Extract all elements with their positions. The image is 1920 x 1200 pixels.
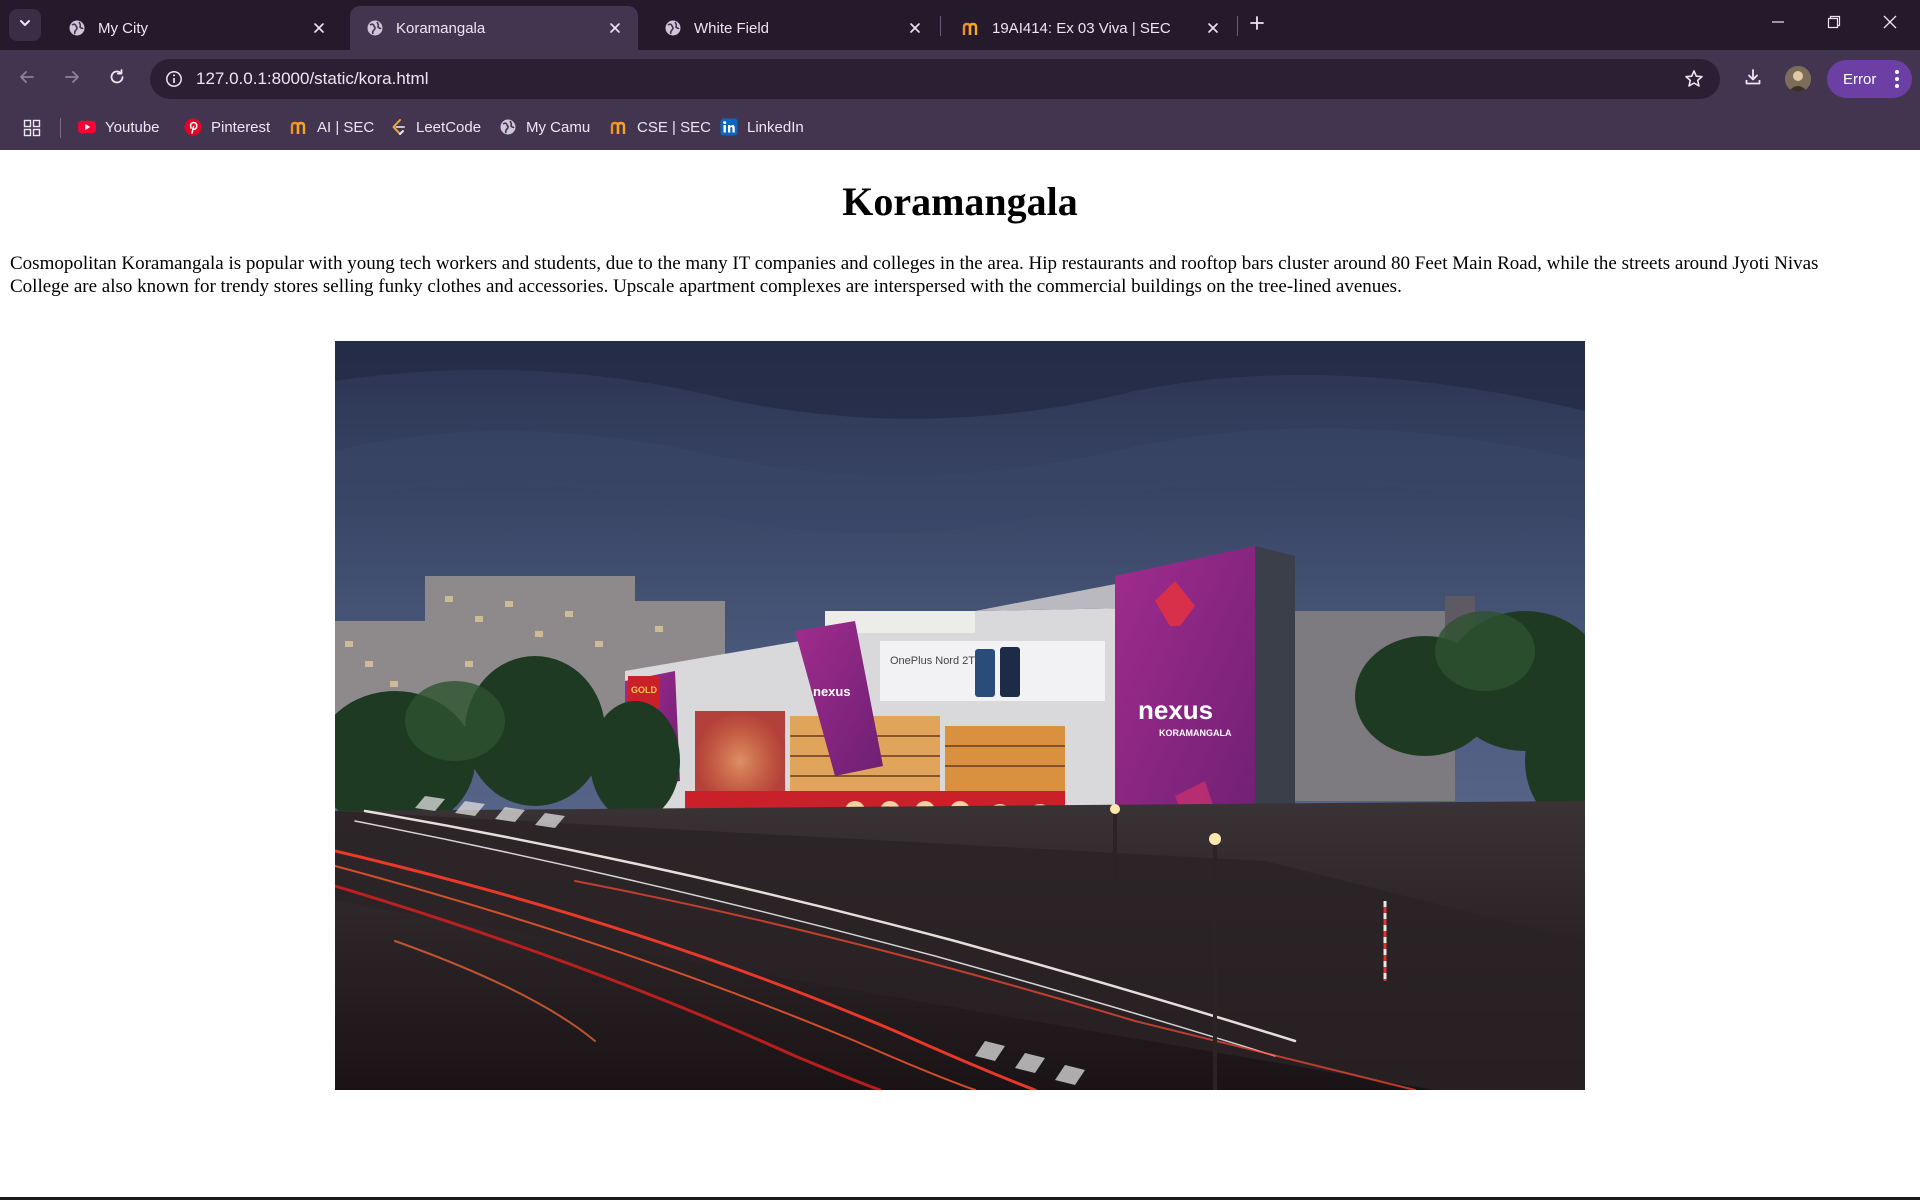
address-bar[interactable]: 127.0.0.1:8000/static/kora.html bbox=[150, 59, 1720, 99]
camu-logo-icon bbox=[610, 118, 628, 136]
tab-title: Koramangala bbox=[396, 19, 486, 37]
reload-icon bbox=[108, 68, 126, 91]
bookmark-label: LinkedIn bbox=[747, 118, 804, 136]
minimize-button[interactable] bbox=[1750, 0, 1806, 48]
bookmark-label: LeetCode bbox=[416, 118, 482, 136]
tab-viva-sec[interactable]: 19AI414: Ex 03 Viva | SEC bbox=[946, 6, 1236, 50]
billboard-text: OnePlus Nord 2T bbox=[890, 655, 975, 667]
page-heading: Koramangala bbox=[842, 179, 1078, 224]
globe-icon bbox=[68, 19, 86, 37]
bookmark-cse-sec[interactable]: CSE | SEC bbox=[610, 114, 711, 140]
bookmark-label: CSE | SEC bbox=[637, 118, 711, 136]
bookmark-label: AI | SEC bbox=[317, 118, 375, 136]
reload-button[interactable] bbox=[100, 62, 134, 96]
tab-separator bbox=[940, 16, 941, 36]
globe-icon bbox=[499, 118, 517, 136]
linkedin-icon bbox=[720, 118, 738, 136]
forward-button[interactable] bbox=[55, 62, 89, 96]
bookmark-label: Youtube bbox=[105, 118, 160, 136]
plus-icon bbox=[1249, 15, 1265, 36]
download-icon bbox=[1743, 67, 1763, 92]
pinterest-icon bbox=[184, 118, 202, 136]
bookmarks-separator bbox=[60, 118, 61, 138]
bookmark-label: Pinterest bbox=[211, 118, 271, 136]
tab-title: My City bbox=[98, 19, 148, 37]
tab-koramangala[interactable]: Koramangala bbox=[350, 6, 638, 50]
close-tab-icon[interactable] bbox=[604, 17, 626, 39]
globe-icon bbox=[664, 19, 682, 37]
close-tab-icon[interactable] bbox=[1202, 17, 1224, 39]
tab-white-field[interactable]: White Field bbox=[648, 6, 938, 50]
tab-title: White Field bbox=[694, 19, 770, 37]
page-paragraph: Cosmopolitan Koramangala is popular with… bbox=[10, 253, 1819, 297]
bookmark-ai-sec[interactable]: AI | SEC bbox=[290, 114, 374, 140]
bookmark-pinterest[interactable]: Pinterest bbox=[184, 114, 270, 140]
close-icon bbox=[1883, 15, 1897, 34]
koramangala-mall-photo: nexus OnePlus Nord 2T GOLD nexus KORAMAN… bbox=[335, 341, 1585, 1090]
restore-icon bbox=[1827, 15, 1841, 34]
arrow-right-icon bbox=[63, 68, 81, 91]
bookmarks-bar bbox=[0, 107, 1920, 150]
camu-logo-icon bbox=[962, 19, 980, 37]
profile-error-button[interactable]: Error bbox=[1827, 60, 1912, 98]
apps-grid-icon[interactable] bbox=[20, 116, 44, 140]
bookmark-my-camu[interactable]: My Camu bbox=[499, 114, 590, 140]
chevron-down-icon bbox=[18, 16, 32, 35]
error-label: Error bbox=[1843, 70, 1877, 88]
minimize-icon bbox=[1771, 15, 1785, 34]
url-text[interactable]: 127.0.0.1:8000/static/kora.html bbox=[196, 69, 428, 89]
camu-logo-icon bbox=[290, 118, 308, 136]
bookmark-leetcode[interactable]: LeetCode bbox=[389, 114, 481, 140]
bookmark-youtube[interactable]: Youtube bbox=[78, 114, 160, 140]
facade-brand-sub-text: KORAMANGALA bbox=[1159, 728, 1232, 738]
profile-avatar[interactable] bbox=[1785, 66, 1811, 92]
close-tab-icon[interactable] bbox=[308, 17, 330, 39]
close-window-button[interactable] bbox=[1862, 0, 1918, 48]
restore-button[interactable] bbox=[1806, 0, 1862, 48]
tab-separator bbox=[1237, 16, 1238, 36]
gold-sign-text: GOLD bbox=[631, 685, 657, 695]
bookmark-linkedin[interactable]: LinkedIn bbox=[720, 114, 804, 140]
downloads-button[interactable] bbox=[1736, 62, 1770, 96]
bookmark-label: My Camu bbox=[526, 118, 591, 136]
leetcode-icon bbox=[389, 118, 407, 136]
tab-search-button[interactable] bbox=[9, 9, 41, 41]
bookmark-star-icon[interactable] bbox=[1682, 67, 1706, 91]
more-vertical-icon bbox=[1894, 69, 1900, 89]
youtube-icon bbox=[78, 118, 96, 136]
new-tab-button[interactable] bbox=[1244, 12, 1270, 38]
tab-title: 19AI414: Ex 03 Viva | SEC bbox=[992, 19, 1171, 37]
close-tab-icon[interactable] bbox=[904, 17, 926, 39]
back-button[interactable] bbox=[10, 62, 44, 96]
globe-icon bbox=[366, 19, 384, 37]
banner-brand-text: nexus bbox=[813, 684, 851, 699]
site-info-icon[interactable] bbox=[162, 67, 186, 91]
facade-brand-text: nexus bbox=[1138, 695, 1213, 725]
tab-my-city[interactable]: My City bbox=[52, 6, 342, 50]
arrow-left-icon bbox=[18, 68, 36, 91]
